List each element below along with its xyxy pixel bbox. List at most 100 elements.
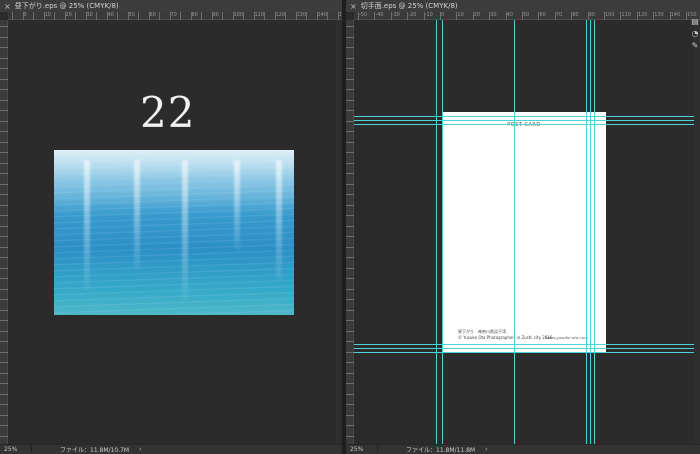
guide-horizontal[interactable] <box>354 352 694 353</box>
ruler-tick <box>0 267 8 269</box>
zoom-level[interactable]: 25% <box>0 446 32 453</box>
ruler-tick <box>346 152 354 153</box>
status-bar: 25% ファイル：11.8M/11.8M › <box>346 444 700 454</box>
history-icon[interactable]: ◔ <box>691 30 699 38</box>
document-tab-right[interactable]: × 切手面.eps @ 25% (CMYK/8) <box>346 0 700 12</box>
ruler-tick <box>346 141 354 143</box>
ruler-tick <box>346 393 354 395</box>
ruler-tick <box>0 99 8 101</box>
ruler-tick <box>201 12 202 20</box>
page-number-text: 22 <box>140 88 196 137</box>
zoom-level[interactable]: 25% <box>346 446 378 453</box>
ruler-tick <box>0 288 8 290</box>
ruler-tick <box>0 351 8 353</box>
ruler-tick <box>346 173 354 174</box>
ruler-label: 10 <box>44 12 51 18</box>
ruler-label: 30 <box>86 12 93 18</box>
ruler-tick <box>0 215 8 216</box>
guide-vertical[interactable] <box>590 20 591 444</box>
ruler-tick <box>0 435 8 437</box>
ruler-label: 130 <box>296 12 307 18</box>
guide-horizontal[interactable] <box>354 120 694 121</box>
ruler-label: 140 <box>317 12 328 18</box>
canvas-area[interactable]: POST CARD 昼下がり 神奈川県逗子湾 © Yusuke Ota Phot… <box>354 20 694 444</box>
document-window-right: × 切手面.eps @ 25% (CMYK/8) -50 -40 -30 -20 -10… <box>346 0 700 454</box>
guide-horizontal[interactable] <box>354 348 694 349</box>
vertical-scrollbar[interactable] <box>336 20 342 444</box>
ruler-tick <box>0 120 8 122</box>
ruler-tick <box>0 299 8 300</box>
vertical-ruler <box>346 20 354 444</box>
ruler-tick <box>54 12 55 20</box>
document-tab-title[interactable]: 昼下がり.eps @ 25% (CMYK/8) <box>15 1 119 11</box>
ruler-tick <box>346 78 354 80</box>
ruler-tick <box>0 173 8 174</box>
document-size: ファイル：11.8M/10.7M <box>60 447 130 454</box>
ruler-tick <box>346 299 354 300</box>
ruler-label: 100 <box>233 12 244 18</box>
vertical-ruler <box>0 20 8 444</box>
ruler-tick <box>0 393 8 395</box>
ruler-tick <box>346 194 354 195</box>
ruler-label: -50 <box>359 12 368 18</box>
close-tab-icon[interactable]: × <box>4 2 11 11</box>
ruler-label: 130 <box>654 12 664 18</box>
ruler-label: 30 <box>490 12 497 18</box>
status-menu-arrow-icon[interactable]: › <box>139 446 141 453</box>
ruler-tick <box>346 131 354 132</box>
ruler-label: 110 <box>254 12 265 18</box>
ruler-label: 150 <box>338 12 343 18</box>
guide-vertical[interactable] <box>594 20 595 444</box>
caption-line-2: © Yusuke Ota Photographer, in Zushi city… <box>458 335 553 340</box>
ruler-label: 100 <box>605 12 615 18</box>
document-size: ファイル：11.8M/11.8M <box>406 447 476 454</box>
ruler-tick <box>0 152 8 153</box>
guide-horizontal[interactable] <box>354 344 694 345</box>
canvas-area[interactable]: 22 <box>8 20 336 444</box>
ruler-tick <box>346 162 354 164</box>
ruler-label: -30 <box>391 12 400 18</box>
vertical-scrollbar[interactable] <box>694 20 700 444</box>
ruler-tick <box>346 320 354 321</box>
document-tab-left[interactable]: × 昼下がり.eps @ 25% (CMYK/8) <box>0 0 342 12</box>
guide-horizontal[interactable] <box>354 116 694 117</box>
guide-vertical[interactable] <box>586 20 587 444</box>
guide-vertical[interactable] <box>436 20 437 444</box>
status-menu-arrow-icon[interactable]: › <box>485 446 487 453</box>
ruler-tick <box>0 236 8 237</box>
ruler-tick <box>138 12 139 20</box>
ruler-label: 50 <box>523 12 530 18</box>
ruler-tick <box>0 425 8 426</box>
guide-horizontal[interactable] <box>354 124 694 125</box>
ruler-tick <box>96 12 97 20</box>
ruler-tick <box>33 12 34 20</box>
guide-vertical[interactable] <box>514 20 515 444</box>
ruler-tick <box>0 383 8 384</box>
ruler-tick <box>346 204 354 206</box>
layers-icon[interactable]: ▤ <box>691 18 699 26</box>
ruler-tick <box>0 320 8 321</box>
close-tab-icon[interactable]: × <box>350 2 357 11</box>
ruler-tick <box>346 362 354 363</box>
ruler-label: 0 <box>441 12 445 18</box>
paths-icon[interactable]: ✎ <box>691 42 699 50</box>
ruler-tick <box>117 12 118 20</box>
ruler-tick <box>222 12 223 20</box>
ruler-label: 70 <box>170 12 177 18</box>
panel-dock: ▤ ◔ ✎ <box>690 14 700 74</box>
ruler-label: 20 <box>473 12 481 18</box>
document-tab-title[interactable]: 切手面.eps @ 25% (CMYK/8) <box>361 1 458 11</box>
ruler-tick <box>346 341 354 342</box>
ruler-tick <box>346 57 354 59</box>
guide-vertical[interactable] <box>442 20 443 444</box>
ruler-tick <box>346 26 354 27</box>
ruler-tick <box>180 12 181 20</box>
ruler-tick <box>346 404 354 405</box>
ruler-tick <box>0 309 8 311</box>
ruler-label: 80 <box>572 12 579 18</box>
ruler-tick <box>306 12 307 20</box>
ruler-tick <box>0 89 8 90</box>
postcard-caption: 昼下がり 神奈川県逗子湾 © Yusuke Ota Photographer, … <box>458 329 552 341</box>
ruler-tick <box>346 383 354 384</box>
ruler-label: -40 <box>375 12 384 18</box>
